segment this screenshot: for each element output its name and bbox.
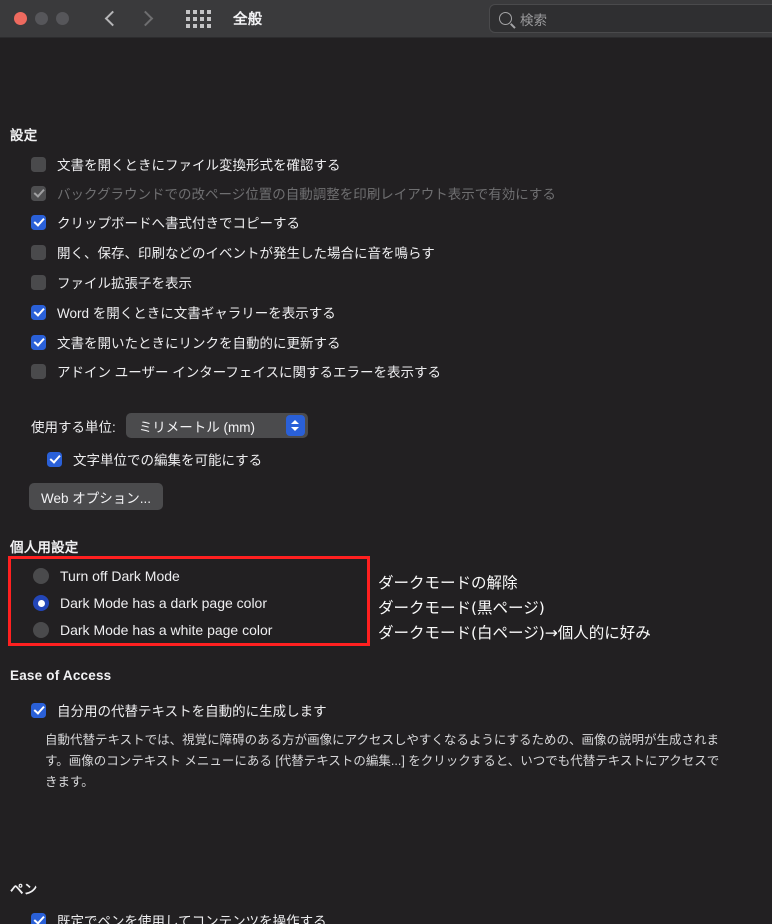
radio-label: Dark Mode has a white page color <box>60 622 273 638</box>
checkbox-icon[interactable] <box>31 156 46 172</box>
checkbox-label: 自分用の代替テキストを自動的に生成します <box>57 704 327 719</box>
close-window-button[interactable] <box>14 12 27 25</box>
checkbox-icon[interactable] <box>31 334 46 350</box>
section-heading-ease-of-access: Ease of Access <box>10 668 112 683</box>
checkbox-label: 開く、保存、印刷などのイベントが発生した場合に音を鳴らす <box>57 246 435 261</box>
chevron-right-icon[interactable] <box>139 10 150 28</box>
checkbox-row-event-sounds[interactable]: 開く、保存、印刷などのイベントが発生した場合に音を鳴らす <box>31 242 435 262</box>
checkbox-label: 既定でペンを使用してコンテンツを操作する <box>57 914 327 924</box>
checkbox-icon[interactable] <box>31 214 46 230</box>
section-heading-settings: 設定 <box>10 128 38 143</box>
measurement-unit-value: ミリメートル (mm) <box>138 419 255 435</box>
radio-row-dark-page-color[interactable]: Dark Mode has a dark page color <box>33 595 267 611</box>
search-icon <box>499 12 512 25</box>
checkbox-icon[interactable] <box>47 451 62 467</box>
window-titlebar: 全般 検索 <box>0 0 772 38</box>
checkbox-row-auto-update-links[interactable]: 文書を開いたときにリンクを自動的に更新する <box>31 332 341 352</box>
traffic-lights <box>14 12 69 25</box>
search-field[interactable]: 検索 <box>489 4 772 33</box>
stepper-chevrons-icon[interactable] <box>285 415 305 436</box>
checkbox-row-show-document-gallery[interactable]: Word を開くときに文書ギャラリーを表示する <box>31 302 336 322</box>
radio-icon[interactable] <box>33 622 49 638</box>
page-title: 全般 <box>233 12 263 28</box>
section-heading-pen: ペン <box>10 882 38 897</box>
checkbox-row-show-file-extensions[interactable]: ファイル拡張子を表示 <box>31 272 192 292</box>
checkbox-icon[interactable] <box>31 912 46 924</box>
checkbox-label: ファイル拡張子を表示 <box>57 276 192 291</box>
grid-apps-icon[interactable] <box>186 9 211 28</box>
checkbox-label: 文書を開いたときにリンクを自動的に更新する <box>57 336 341 351</box>
checkbox-label: 文字単位での編集を可能にする <box>73 453 263 468</box>
radio-icon[interactable] <box>33 568 49 584</box>
checkbox-label: Word を開くときに文書ギャラリーを表示する <box>57 306 336 321</box>
checkbox-label: アドイン ユーザー インターフェイスに関するエラーを表示する <box>57 365 442 380</box>
minimize-window-button[interactable] <box>35 12 48 25</box>
radio-icon[interactable] <box>33 595 49 611</box>
checkbox-icon[interactable] <box>31 244 46 260</box>
checkbox-row-addin-ui-errors[interactable]: アドイン ユーザー インターフェイスに関するエラーを表示する <box>31 361 441 381</box>
checkbox-label: クリップボードへ書式付きでコピーする <box>57 216 300 231</box>
measurement-unit-label: 使用する単位: <box>31 419 116 435</box>
measurement-unit-select[interactable]: ミリメートル (mm) <box>125 413 308 438</box>
checkbox-row-confirm-conversion[interactable]: 文書を開くときにファイル変換形式を確認する <box>31 154 341 174</box>
measurement-unit-row: 使用する単位: ミリメートル (mm) <box>31 413 308 438</box>
chevron-left-icon[interactable] <box>106 10 117 28</box>
zoom-window-button[interactable] <box>56 12 69 25</box>
checkbox-row-use-pen-default[interactable]: 既定でペンを使用してコンテンツを操作する <box>31 910 327 924</box>
web-options-button[interactable]: Web オプション... <box>29 483 164 510</box>
checkbox-icon[interactable] <box>31 702 46 718</box>
annotation-text: ダークモードの解除 ダークモード(黒ページ) ダークモード(白ページ)→個人的に… <box>378 574 651 642</box>
checkbox-icon[interactable] <box>31 274 46 290</box>
checkbox-icon[interactable] <box>31 304 46 320</box>
search-input[interactable]: 検索 <box>520 9 547 29</box>
radio-label: Turn off Dark Mode <box>60 568 180 584</box>
checkbox-row-copy-with-formatting[interactable]: クリップボードへ書式付きでコピーする <box>31 212 300 232</box>
checkbox-label: 文書を開くときにファイル変換形式を確認する <box>57 158 341 173</box>
navigation-arrows <box>106 10 150 28</box>
checkbox-row-auto-alt-text[interactable]: 自分用の代替テキストを自動的に生成します <box>31 700 327 720</box>
checkbox-label: バックグラウンドでの改ページ位置の自動調整を印刷レイアウト表示で有効にする <box>57 187 556 202</box>
checkbox-icon <box>31 185 46 201</box>
checkbox-row-character-unit-editing[interactable]: 文字単位での編集を可能にする <box>47 449 262 469</box>
auto-alt-text-description: 自動代替テキストでは、視覚に障碍のある方が画像にアクセスしやすくなるようにするた… <box>45 733 720 789</box>
checkbox-row-background-repagination: バックグラウンドでの改ページ位置の自動調整を印刷レイアウト表示で有効にする <box>31 183 556 203</box>
checkbox-icon[interactable] <box>31 363 46 379</box>
section-heading-personal: 個人用設定 <box>10 540 79 555</box>
radio-label: Dark Mode has a dark page color <box>60 595 267 611</box>
radio-row-white-page-color[interactable]: Dark Mode has a white page color <box>33 622 272 638</box>
radio-row-turn-off-dark-mode[interactable]: Turn off Dark Mode <box>33 568 180 584</box>
